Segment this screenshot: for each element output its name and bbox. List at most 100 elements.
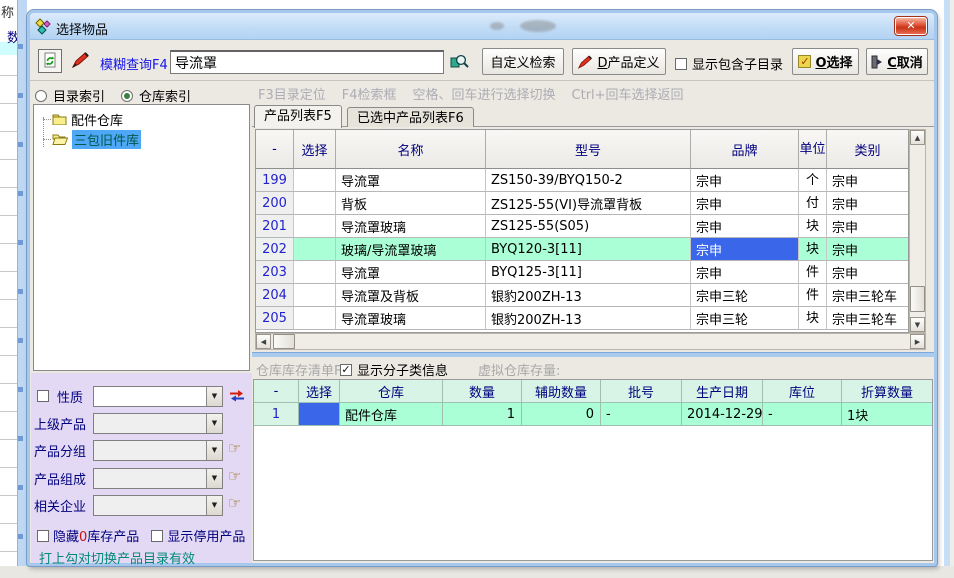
cell-name[interactable]: 导流罩玻璃: [336, 307, 486, 330]
cell-category[interactable]: 宗申: [827, 169, 908, 192]
cell-category[interactable]: 宗申三轮车: [827, 284, 908, 307]
cell-aux-qty[interactable]: 0: [522, 403, 601, 426]
vertical-scroll-thumb[interactable]: [910, 286, 925, 312]
cell-category[interactable]: 宗申: [827, 192, 908, 215]
cell-model[interactable]: BYQ125-3[11]: [486, 261, 691, 284]
cell-category[interactable]: 宗申: [827, 238, 908, 261]
hand-pointer-icon[interactable]: ☞: [228, 467, 241, 485]
cell-model[interactable]: ZS125-55(VI)导流罩背板: [486, 192, 691, 215]
swap-arrows-icon[interactable]: [228, 389, 246, 402]
show-disabled-checkbox[interactable]: [151, 530, 163, 542]
chevron-down-icon[interactable]: ▼: [206, 387, 222, 406]
cell-brand[interactable]: 宗申: [691, 215, 799, 238]
catalog-index-radio[interactable]: [35, 90, 47, 102]
hand-pointer-icon[interactable]: ☞: [228, 439, 241, 457]
cell-name[interactable]: 导流罩及背板: [336, 284, 486, 307]
nature-combobox[interactable]: ▼: [93, 386, 223, 407]
cell-warehouse[interactable]: 配件仓库: [340, 403, 443, 426]
cell-id[interactable]: 205: [256, 307, 294, 330]
table-row[interactable]: 201 导流罩玻璃 ZS125-55(S05) 宗申 块 宗申: [256, 215, 908, 238]
cell-unit[interactable]: 块: [799, 307, 827, 330]
custom-search-button[interactable]: 自定义检索: [482, 48, 564, 75]
inventory-row[interactable]: 1 配件仓库 1 0 - 2014-12-29 - 1块: [254, 403, 932, 426]
cell-id[interactable]: 202: [256, 238, 294, 261]
cell-unit[interactable]: 件: [799, 284, 827, 307]
table-row[interactable]: 199 导流罩 ZS150-39/BYQ150-2 宗申 个 宗申: [256, 169, 908, 192]
hand-pointer-icon[interactable]: ☞: [228, 494, 241, 512]
cell-id[interactable]: 1: [254, 403, 299, 426]
warehouse-index-radio[interactable]: [121, 90, 133, 102]
tab-product-list[interactable]: 产品列表F5: [254, 105, 342, 128]
cell-select[interactable]: [294, 215, 336, 238]
chevron-down-icon[interactable]: ▼: [206, 414, 222, 433]
cell-name[interactable]: 导流罩: [336, 261, 486, 284]
cell-unit[interactable]: 块: [799, 238, 827, 261]
product-define-button[interactable]: D产品定义: [572, 48, 666, 75]
cell-brand[interactable]: 宗申三轮: [691, 284, 799, 307]
tree-item-warranty-warehouse[interactable]: 三包旧件库: [34, 129, 249, 149]
table-row-active[interactable]: 202 玻璃/导流罩玻璃 BYQ120-3[11] 宗申 块 宗申: [256, 238, 908, 261]
show-subdir-option[interactable]: 显示包含子目录: [675, 54, 783, 73]
cell-unit[interactable]: 付: [799, 192, 827, 215]
cell-brand[interactable]: 宗申: [691, 169, 799, 192]
scroll-left-icon[interactable]: ◀: [256, 334, 271, 349]
cell-qty[interactable]: 1: [443, 403, 522, 426]
tree-item-parts-warehouse[interactable]: 配件仓库: [34, 109, 249, 129]
cell-select[interactable]: [294, 307, 336, 330]
cell-id[interactable]: 201: [256, 215, 294, 238]
table-row[interactable]: 205 导流罩玻璃 银豹200ZH-13 宗申三轮 块 宗申三轮车: [256, 307, 908, 330]
splitter-bar[interactable]: [252, 352, 934, 357]
nature-checkbox[interactable]: [37, 390, 49, 402]
horizontal-scrollbar[interactable]: ◀ ▶: [255, 333, 926, 350]
cell-select[interactable]: [294, 261, 336, 284]
cell-name[interactable]: 背板: [336, 192, 486, 215]
cell-unit[interactable]: 件: [799, 261, 827, 284]
cell-location[interactable]: -: [763, 403, 842, 426]
cell-select[interactable]: [294, 192, 336, 215]
cell-model[interactable]: 银豹200ZH-13: [486, 307, 691, 330]
cell-id[interactable]: 204: [256, 284, 294, 307]
cell-select-selected[interactable]: [299, 403, 340, 426]
scroll-down-icon[interactable]: ▼: [910, 317, 925, 332]
hide-zero-stock-checkbox[interactable]: [37, 530, 49, 542]
select-button[interactable]: ✓ O选择: [792, 48, 859, 75]
related-company-combobox[interactable]: ▼: [93, 495, 223, 516]
show-subclass-checkbox[interactable]: ✓: [340, 364, 352, 376]
vertical-scrollbar[interactable]: ▲ ▼: [909, 129, 926, 333]
cancel-button[interactable]: C取消: [866, 48, 928, 75]
close-button[interactable]: ✕: [895, 17, 927, 35]
cell-unit[interactable]: 块: [799, 215, 827, 238]
show-subdir-checkbox[interactable]: [675, 58, 687, 70]
cell-id[interactable]: 200: [256, 192, 294, 215]
cell-category[interactable]: 宗申: [827, 215, 908, 238]
chevron-down-icon[interactable]: ▼: [206, 441, 222, 460]
cell-id[interactable]: 203: [256, 261, 294, 284]
cell-name[interactable]: 导流罩: [336, 169, 486, 192]
search-button[interactable]: [450, 51, 476, 73]
cell-brand-selected[interactable]: 宗申: [691, 238, 799, 261]
show-subclass-option[interactable]: ✓ 显示分子类信息: [340, 360, 448, 379]
cell-batch[interactable]: -: [601, 403, 682, 426]
cell-unit[interactable]: 个: [799, 169, 827, 192]
cell-select[interactable]: [294, 238, 336, 261]
cell-model[interactable]: ZS125-55(S05): [486, 215, 691, 238]
refresh-button[interactable]: [38, 49, 62, 73]
pen-icon[interactable]: [72, 52, 90, 68]
cell-model[interactable]: 银豹200ZH-13: [486, 284, 691, 307]
cell-category[interactable]: 宗申三轮车: [827, 307, 908, 330]
parent-product-combobox[interactable]: ▼: [93, 413, 223, 434]
cell-id[interactable]: 199: [256, 169, 294, 192]
cell-brand[interactable]: 宗申: [691, 261, 799, 284]
cell-select[interactable]: [294, 284, 336, 307]
chevron-down-icon[interactable]: ▼: [206, 469, 222, 488]
cell-name[interactable]: 导流罩玻璃: [336, 215, 486, 238]
cell-brand[interactable]: 宗申三轮: [691, 307, 799, 330]
table-row[interactable]: 203 导流罩 BYQ125-3[11] 宗申 件 宗申: [256, 261, 908, 284]
cell-select[interactable]: [294, 169, 336, 192]
fuzzy-query-input[interactable]: [170, 50, 444, 74]
cell-category[interactable]: 宗申: [827, 261, 908, 284]
cell-brand[interactable]: 宗申: [691, 192, 799, 215]
scroll-right-icon[interactable]: ▶: [910, 334, 925, 349]
cell-date[interactable]: 2014-12-29: [682, 403, 763, 426]
tab-selected-products[interactable]: 已选中产品列表F6: [347, 107, 474, 127]
